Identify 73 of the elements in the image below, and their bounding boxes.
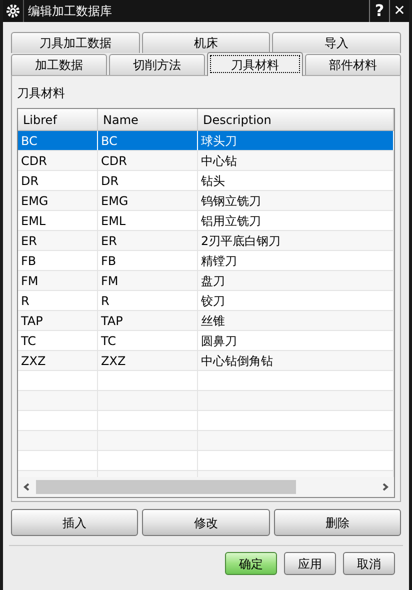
table-cell: 圆鼻刀 — [198, 331, 394, 350]
column-header[interactable]: Description — [198, 109, 394, 130]
tab[interactable]: 加工数据 — [11, 54, 107, 75]
table-row[interactable]: EMG EMG 钨钢立铣刀 — [18, 191, 394, 211]
table-row[interactable]: DR DR 钻头 — [18, 171, 394, 191]
settings-icon[interactable] — [6, 4, 20, 18]
table-cell: 2刃平底白钢刀 — [198, 231, 394, 250]
column-header[interactable]: Libref — [18, 109, 98, 130]
button[interactable]: 确定 — [225, 552, 277, 575]
table-cell: 精镗刀 — [198, 251, 394, 270]
table-cell: 中心钻倒角钻 — [198, 351, 394, 370]
button[interactable]: 取消 — [343, 552, 395, 575]
scroll-left-icon[interactable] — [22, 482, 32, 492]
table-row[interactable]: ER ER 2刃平底白钢刀 — [18, 231, 394, 251]
table-row[interactable]: FM FM 盘刀 — [18, 271, 394, 291]
table-cell: CDR — [98, 151, 198, 170]
table-row[interactable]: TC TC 圆鼻刀 — [18, 331, 394, 351]
button[interactable]: 应用 — [284, 552, 336, 575]
table-cell: ER — [18, 231, 98, 250]
close-button[interactable]: ✕ — [389, 0, 409, 22]
table-row[interactable]: EML EML 铝用立铣刀 — [18, 211, 394, 231]
table-row[interactable]: TAP TAP 丝锥 — [18, 311, 394, 331]
table-cell: TAP — [98, 311, 198, 330]
table-row[interactable]: ZXZ ZXZ 中心钻倒角钻 — [18, 351, 394, 371]
table-cell: CDR — [18, 151, 98, 170]
table-cell: DR — [18, 171, 98, 190]
button[interactable]: 插入 — [11, 509, 138, 536]
column-header[interactable]: Name — [98, 109, 198, 130]
table-row[interactable]: CDR CDR 中心钻 — [18, 151, 394, 171]
window-title: 编辑加工数据库 — [28, 3, 113, 20]
scrollbar-thumb[interactable] — [36, 480, 296, 494]
table-cell: TC — [98, 331, 198, 350]
table-cell: ZXZ — [18, 351, 98, 370]
tab[interactable]: 机床 — [142, 32, 270, 53]
table-cell: 盘刀 — [198, 271, 394, 290]
table-cell: EML — [18, 211, 98, 230]
table-cell: EMG — [18, 191, 98, 210]
table-cell: DR — [98, 171, 198, 190]
tab[interactable]: 刀具材料 — [207, 52, 303, 76]
scroll-right-icon[interactable] — [380, 482, 390, 492]
table-row[interactable]: FB FB 精镗刀 — [18, 251, 394, 271]
table-cell: 中心钻 — [198, 151, 394, 170]
table-cell: 钻头 — [198, 171, 394, 190]
table-cell: R — [18, 291, 98, 310]
table-cell: FM — [98, 271, 198, 290]
table-cell: FM — [18, 271, 98, 290]
section-label: 刀具材料 — [17, 85, 66, 102]
table-cell: BC — [18, 131, 98, 150]
table-cell: FB — [18, 251, 98, 270]
button[interactable]: 修改 — [142, 509, 270, 536]
table-cell: TAP — [18, 311, 98, 330]
table-cell: FB — [98, 251, 198, 270]
table-row[interactable]: R R 铰刀 — [18, 291, 394, 311]
table-cell: 丝锥 — [198, 311, 394, 330]
table-cell: EMG — [98, 191, 198, 210]
tab[interactable]: 导入 — [272, 32, 402, 53]
tab[interactable]: 切削方法 — [109, 54, 205, 75]
table-cell: 铝用立铣刀 — [198, 211, 394, 230]
table-cell: R — [98, 291, 198, 310]
table-cell: 球头刀 — [198, 131, 394, 150]
horizontal-scrollbar[interactable] — [18, 477, 394, 497]
table-cell: BC — [98, 131, 198, 150]
table-cell: ZXZ — [98, 351, 198, 370]
help-button[interactable]: ? — [369, 0, 389, 22]
tab[interactable]: 部件材料 — [305, 54, 401, 75]
tab[interactable]: 刀具加工数据 — [11, 32, 140, 53]
table-cell: EML — [98, 211, 198, 230]
table-cell: 铰刀 — [198, 291, 394, 310]
table-row[interactable]: BC BC 球头刀 — [18, 131, 394, 151]
button[interactable]: 删除 — [274, 509, 401, 536]
table-cell: 钨钢立铣刀 — [198, 191, 394, 210]
table-cell: ER — [98, 231, 198, 250]
table-cell: TC — [18, 331, 98, 350]
